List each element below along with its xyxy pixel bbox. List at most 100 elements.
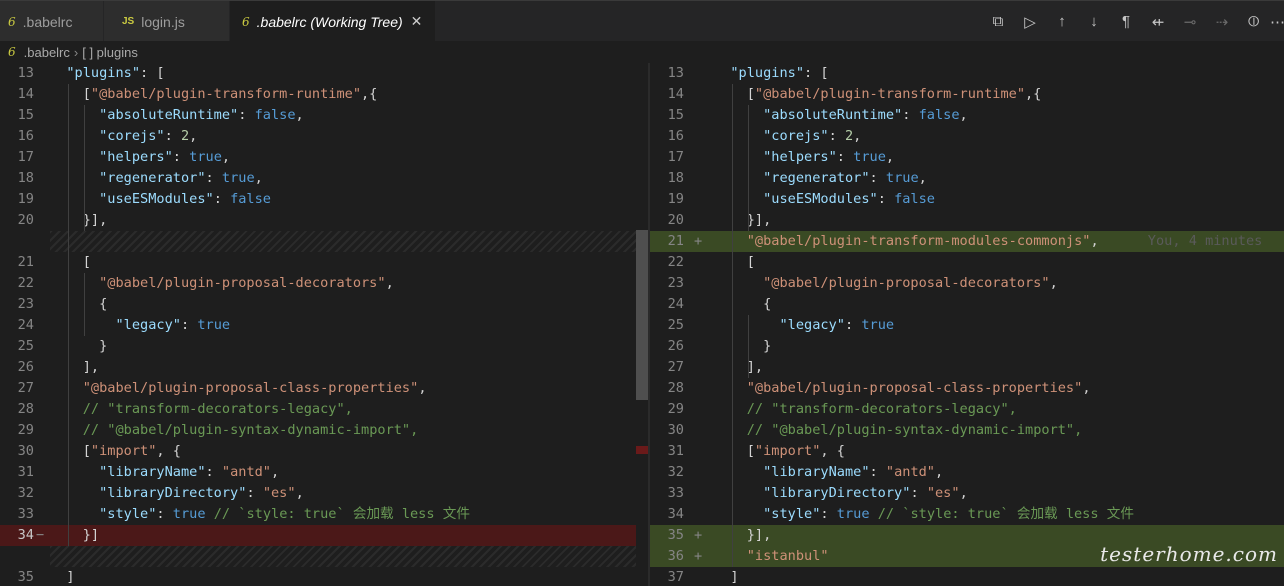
code-line[interactable]: 28 "@babel/plugin-proposal-class-propert… — [650, 378, 1284, 399]
tab-babelrc-working-tree[interactable]: 6 .babelrc (Working Tree) ✕ — [230, 1, 436, 42]
code-line[interactable]: 27 "@babel/plugin-proposal-class-propert… — [0, 378, 636, 399]
indent-guide — [84, 105, 85, 231]
code-text: "regenerator": true, — [763, 170, 927, 186]
line-number: 20 — [667, 212, 684, 228]
code-line[interactable]: 22 [ — [650, 252, 1284, 273]
code-text: // "@babel/plugin-syntax-dynamic-import"… — [746, 422, 1083, 438]
code-line[interactable]: 17 "helpers": true, — [0, 147, 636, 168]
code-line[interactable]: 29 // "transform-decorators-legacy", — [650, 399, 1284, 420]
forward-icon[interactable]: ⇢ — [1206, 13, 1238, 31]
code-line[interactable]: 16 "corejs": 2, — [0, 126, 636, 147]
code-line[interactable]: 33 "libraryDirectory": "es", — [650, 483, 1284, 504]
line-number: 29 — [667, 401, 684, 417]
breadcrumb-file[interactable]: .babelrc — [24, 45, 70, 60]
open-changes-icon[interactable]: ⧉ — [982, 13, 1014, 30]
run-icon[interactable]: ▷ — [1014, 13, 1046, 31]
code-line[interactable]: 30 // "@babel/plugin-syntax-dynamic-impo… — [650, 420, 1284, 441]
code-line[interactable]: 16 "corejs": 2, — [650, 126, 1284, 147]
code-line[interactable]: 17 "helpers": true, — [650, 147, 1284, 168]
code-line[interactable]: 20 }], — [650, 210, 1284, 231]
code-line[interactable]: 29 // "@babel/plugin-syntax-dynamic-impo… — [0, 420, 636, 441]
code-line[interactable]: 13 "plugins": [ — [650, 63, 1284, 84]
code-text: "libraryName": "antd", — [763, 464, 944, 480]
code-line[interactable]: 30 ["import", { — [0, 441, 636, 462]
previous-change-icon[interactable]: ↑ — [1046, 13, 1078, 30]
code-line[interactable]: 32 "libraryName": "antd", — [650, 462, 1284, 483]
code-line[interactable]: 20 }], — [0, 210, 636, 231]
line-number: 28 — [667, 380, 684, 396]
code-line[interactable]: 15 "absoluteRuntime": false, — [0, 105, 636, 126]
code-text: ], — [714, 359, 764, 375]
code-text: "helpers": true, — [763, 149, 895, 165]
scrollbar-diff-marker — [636, 446, 648, 454]
line-number: 28 — [17, 401, 34, 417]
indent-guide — [732, 84, 733, 567]
scrollbar-thumb[interactable] — [636, 230, 648, 400]
code-line[interactable]: 19 "useESModules": false — [650, 189, 1284, 210]
code-text: "absoluteRuntime": false, — [763, 107, 968, 123]
code-line[interactable]: 18 "regenerator": true, — [0, 168, 636, 189]
code-line[interactable]: 35 ] — [0, 567, 636, 586]
next-change-icon[interactable]: ↓ — [1078, 13, 1110, 30]
breadcrumb-node[interactable]: [ ] plugins — [82, 45, 138, 60]
code-line[interactable]: 21 + "@babel/plugin-transform-modules-com… — [650, 231, 1284, 252]
tab-babelrc[interactable]: 6 .babelrc — [0, 1, 104, 42]
code-line[interactable]: 32 "libraryDirectory": "es", — [0, 483, 636, 504]
code-line[interactable]: 31 ["import", { — [650, 441, 1284, 462]
line-number: 31 — [17, 464, 34, 480]
line-number: 24 — [17, 317, 34, 333]
code-line[interactable]: 19 "useESModules": false — [0, 189, 636, 210]
code-line[interactable]: 18 "regenerator": true, — [650, 168, 1284, 189]
code-line[interactable]: 37 ] — [650, 567, 1284, 586]
code-line[interactable]: 27 ], — [650, 357, 1284, 378]
indent-guide — [748, 315, 749, 378]
js-icon: JS — [122, 16, 135, 27]
code-line[interactable]: 21 [ — [0, 252, 636, 273]
line-number: 26 — [667, 338, 684, 354]
code-text: }], — [50, 212, 108, 228]
code-line[interactable]: 15 "absoluteRuntime": false, — [650, 105, 1284, 126]
code-text: "@babel/plugin-proposal-class-properties… — [82, 380, 427, 396]
gitlens-icon[interactable]: ⦶ — [1238, 13, 1270, 30]
code-line[interactable]: 23 { — [0, 294, 636, 315]
code-line[interactable]: 25 "legacy": true — [650, 315, 1284, 336]
code-text: "corejs": 2, — [99, 128, 198, 144]
tab-bar: 6 .babelrc JS login.js 6 .babelrc (Worki… — [0, 0, 1284, 42]
code-line[interactable]: 26 ], — [0, 357, 636, 378]
more-icon[interactable]: ⋯ — [1270, 13, 1284, 31]
code-line[interactable]: 14 ["@babel/plugin-transform-runtime",{ — [0, 84, 636, 105]
code-line[interactable]: 25 } — [0, 336, 636, 357]
line-number: 34 — [17, 527, 34, 543]
code-text: "@babel/plugin-proposal-decorators", — [99, 275, 394, 291]
code-line[interactable]: 14 ["@babel/plugin-transform-runtime",{ — [650, 84, 1284, 105]
whitespace-icon[interactable]: ¶ — [1110, 13, 1142, 30]
code-line[interactable]: 23 "@babel/plugin-proposal-decorators", — [650, 273, 1284, 294]
code-line[interactable]: 24 "legacy": true — [0, 315, 636, 336]
line-number: 18 — [667, 170, 684, 186]
tab-login-js[interactable]: JS login.js — [104, 1, 230, 42]
code-text: // "@babel/plugin-syntax-dynamic-import"… — [82, 422, 419, 438]
code-line[interactable]: 31 "libraryName": "antd", — [0, 462, 636, 483]
code-line[interactable]: 28 // "transform-decorators-legacy", — [0, 399, 636, 420]
code-text: }] — [50, 527, 100, 543]
code-text: ["import", { — [714, 443, 845, 459]
code-line[interactable]: 26 } — [650, 336, 1284, 357]
diff-original-pane[interactable]: 13 "plugins": [14 ["@babel/plugin-transf… — [0, 63, 636, 586]
code-line[interactable]: 24 { — [650, 294, 1284, 315]
compare-icon[interactable]: ⇷ — [1142, 13, 1174, 31]
code-line[interactable]: 34− }] — [0, 525, 636, 546]
diff-modified-pane[interactable]: 13 "plugins": [14 ["@babel/plugin-transf… — [650, 63, 1284, 586]
close-icon[interactable]: ✕ — [411, 13, 423, 30]
babel-icon: 6 — [242, 14, 250, 29]
code-text: ], — [50, 359, 100, 375]
code-line[interactable]: 22 "@babel/plugin-proposal-decorators", — [0, 273, 636, 294]
git-commit-icon[interactable]: ⊸ — [1174, 13, 1206, 31]
code-text: "plugins": [ — [66, 65, 165, 81]
line-number: 19 — [17, 191, 34, 207]
diff-mark: + — [694, 233, 703, 249]
line-number: 24 — [667, 296, 684, 312]
code-line[interactable]: 13 "plugins": [ — [0, 63, 636, 84]
code-line[interactable]: 33 "style": true // `style: true` 会加载 le… — [0, 504, 636, 525]
code-line[interactable]: 34 "style": true // `style: true` 会加载 le… — [650, 504, 1284, 525]
tab-label: login.js — [141, 13, 185, 30]
